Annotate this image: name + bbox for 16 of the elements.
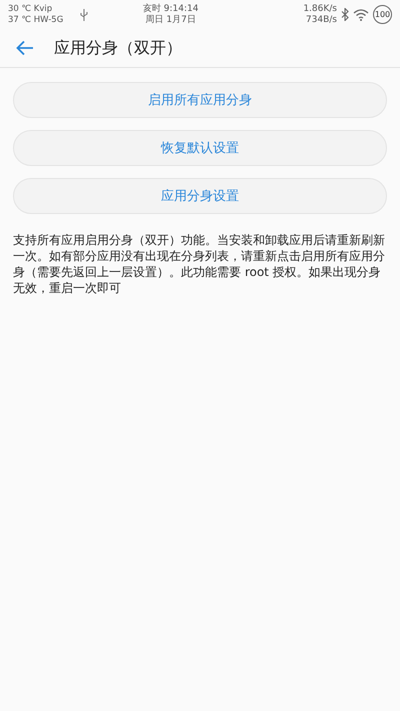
wifi-icon	[353, 8, 369, 20]
status-text: 30 ℃ Kvip	[8, 4, 54, 14]
action-button[interactable]: 应用分身设置	[13, 178, 387, 214]
usb-icon	[80, 8, 88, 20]
network-speed: 1.86K/s	[303, 4, 337, 14]
status-text: 周日 1月7日	[146, 14, 196, 26]
action-button[interactable]: 恢复默认设置	[13, 130, 387, 166]
back-arrow-icon[interactable]	[16, 40, 34, 56]
status-text: 亥时 9:14:14	[142, 4, 198, 14]
action-button[interactable]: 启用所有应用分身	[13, 82, 387, 118]
battery-level: 100	[373, 5, 392, 24]
network-speed: 734B/s	[306, 14, 337, 26]
status-text: 37 ℃ HW-5G	[8, 14, 64, 26]
page-title: 应用分身（双开）	[54, 38, 182, 58]
description-text: 支持所有应用启用分身（双开）功能。当安装和卸载应用后请重新刷新一次。如有部分应用没有出现在分身列表，请重新点击启用所有应用分身（需要先返回上一层设置）。此功能需要 root 授权。如果出现分身无效，重启一次即可	[13, 232, 386, 296]
bluetooth-icon	[341, 8, 349, 21]
